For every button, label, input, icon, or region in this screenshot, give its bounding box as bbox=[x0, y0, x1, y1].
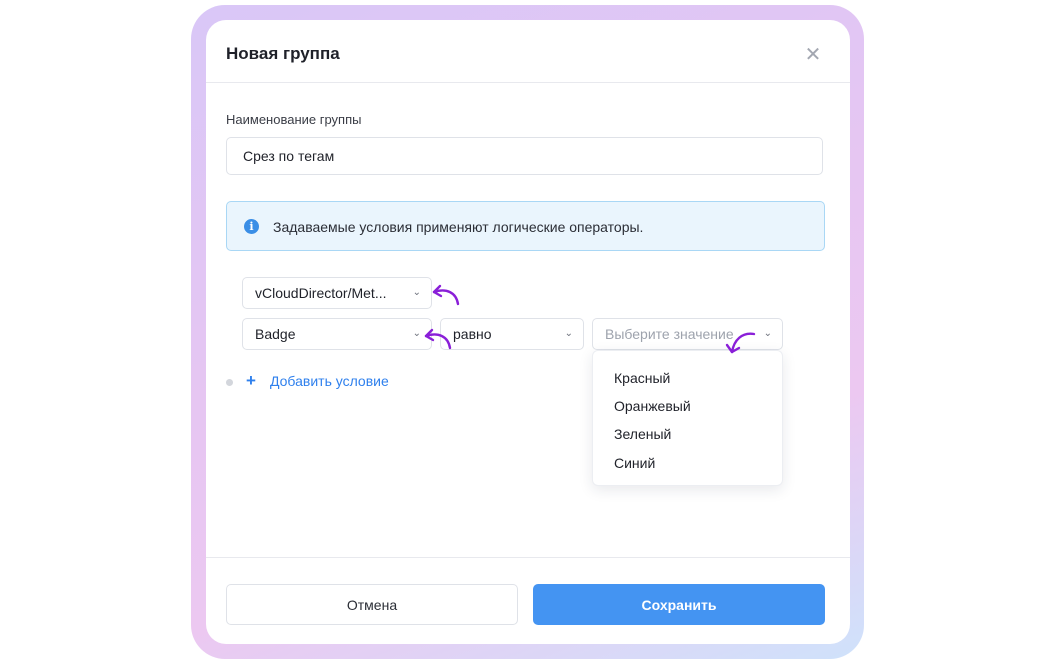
cancel-button[interactable]: Отмена bbox=[226, 584, 518, 625]
value-option-orange[interactable]: Оранжевый bbox=[614, 398, 691, 414]
source-select-value: vCloudDirector/Met... bbox=[255, 285, 387, 301]
annotation-arrow-icon bbox=[424, 328, 452, 350]
value-option-green[interactable]: Зеленый bbox=[614, 426, 671, 442]
dialog-footer: Отмена Сохранить bbox=[206, 557, 850, 644]
chevron-down-icon: ⌄ bbox=[412, 287, 421, 298]
value-select-placeholder: Выберите значение bbox=[605, 326, 734, 342]
group-name-label: Наименование группы bbox=[226, 112, 362, 127]
bullet-dot bbox=[226, 379, 233, 386]
close-icon[interactable]: ✕ bbox=[803, 44, 823, 66]
info-text: Задаваемые условия применяют логические … bbox=[273, 219, 644, 235]
info-icon: i bbox=[244, 219, 259, 234]
operator-select[interactable]: равно ⌄ bbox=[440, 318, 584, 350]
dialog-header: Новая группа ✕ bbox=[206, 20, 850, 83]
group-name-input[interactable]: Срез по тегам bbox=[226, 137, 823, 175]
source-select[interactable]: vCloudDirector/Met... ⌄ bbox=[242, 277, 432, 309]
chevron-down-icon: ⌄ bbox=[564, 328, 573, 339]
value-dropdown-menu: Красный Оранжевый Зеленый Синий bbox=[592, 350, 783, 486]
value-option-red[interactable]: Красный bbox=[614, 370, 670, 386]
add-condition-link[interactable]: Добавить условие bbox=[270, 373, 389, 389]
field-select-value: Badge bbox=[255, 326, 296, 342]
dialog-title: Новая группа bbox=[226, 44, 340, 63]
chevron-down-icon: ⌄ bbox=[763, 328, 772, 339]
info-banner: i Задаваемые условия применяют логически… bbox=[226, 201, 825, 251]
operator-select-value: равно bbox=[453, 326, 492, 342]
field-select[interactable]: Badge ⌄ bbox=[242, 318, 432, 350]
value-option-blue[interactable]: Синий bbox=[614, 455, 655, 471]
annotation-arrow-icon bbox=[432, 284, 460, 306]
annotation-arrow-icon bbox=[725, 332, 756, 354]
new-group-dialog: Новая группа ✕ Наименование группы Срез … bbox=[206, 20, 850, 644]
plus-icon[interactable]: + bbox=[246, 371, 256, 391]
save-button[interactable]: Сохранить bbox=[533, 584, 825, 625]
